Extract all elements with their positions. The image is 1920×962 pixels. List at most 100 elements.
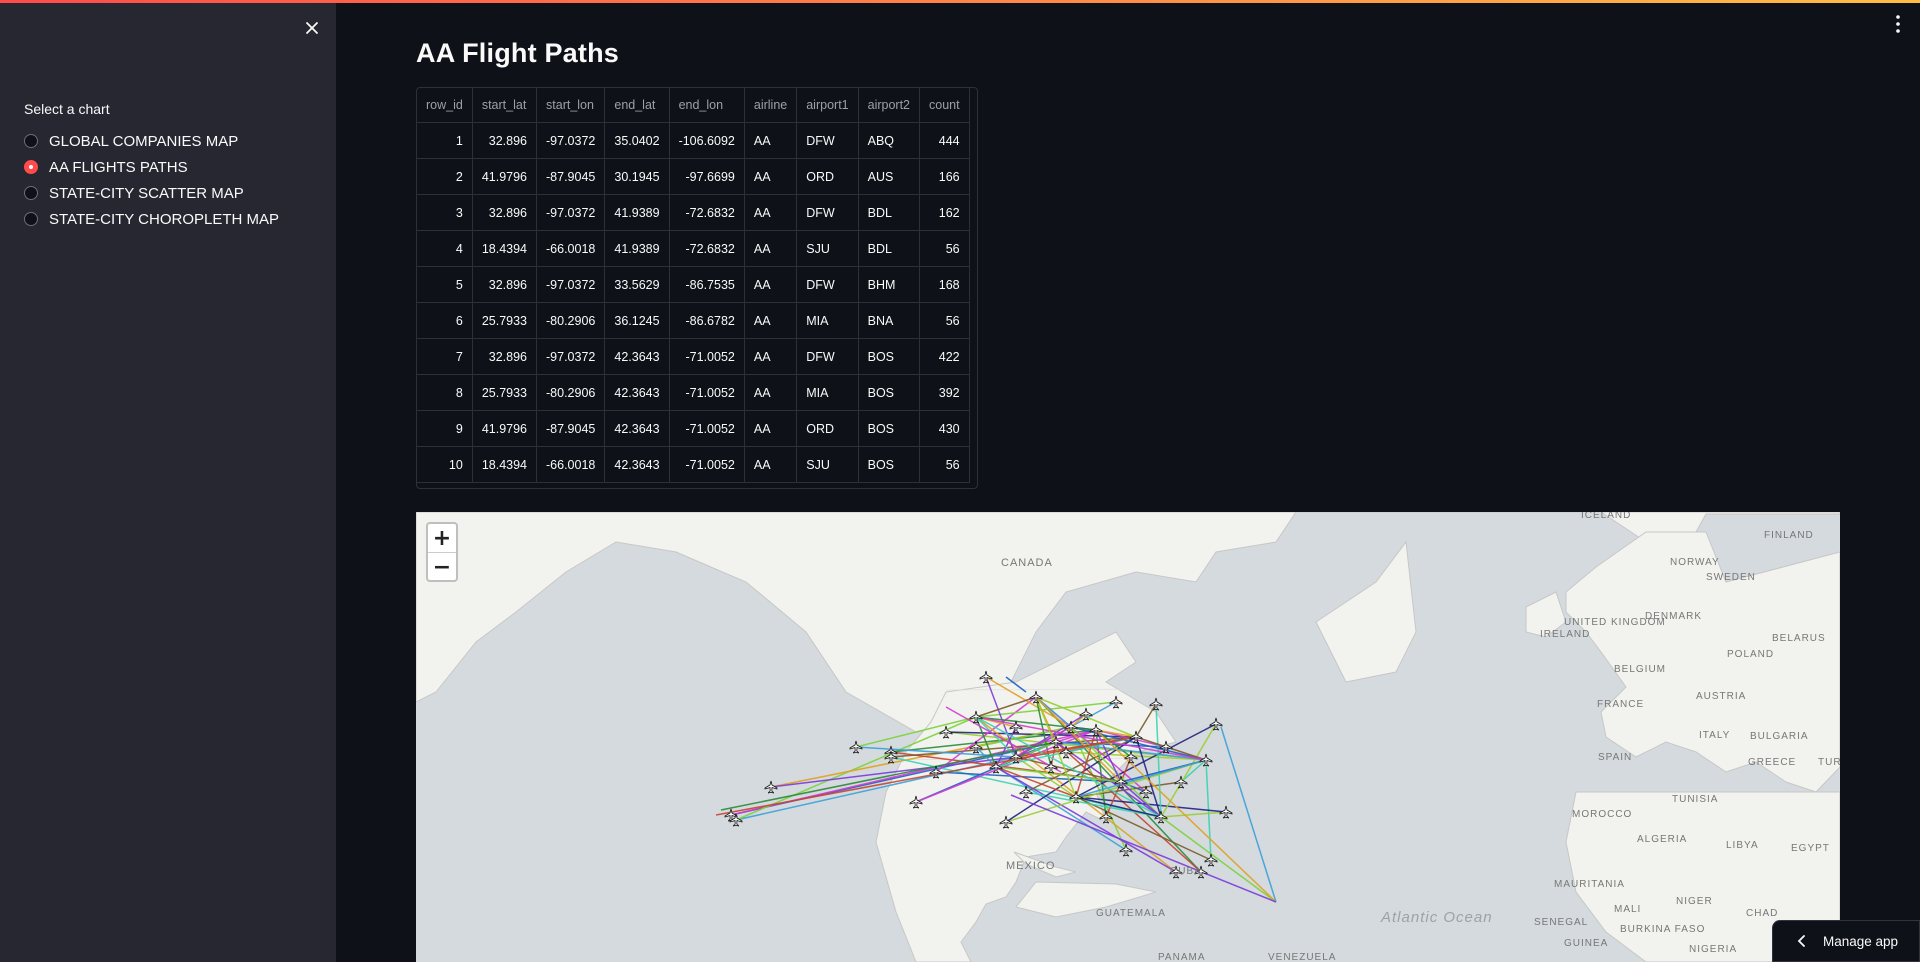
- data-table[interactable]: row_id start_lat start_lon end_lat end_l…: [416, 87, 978, 489]
- table-cell[interactable]: BOS: [858, 374, 921, 411]
- table-cell[interactable]: 32.896: [472, 122, 538, 159]
- table-cell[interactable]: 5: [417, 266, 473, 303]
- radio-global-companies-map[interactable]: GLOBAL COMPANIES MAP: [24, 128, 279, 154]
- table-cell[interactable]: AA: [744, 266, 798, 303]
- table-cell[interactable]: 9: [417, 410, 473, 447]
- table-cell[interactable]: -66.0018: [536, 446, 606, 483]
- map-canvas[interactable]: CANADA MEXICO CUBA GUATEMALA PANAMA VENE…: [416, 512, 1840, 962]
- table-cell[interactable]: -97.6699: [669, 158, 745, 195]
- table-cell[interactable]: BOS: [858, 410, 921, 447]
- table-cell[interactable]: -97.0372: [536, 338, 606, 375]
- table-cell[interactable]: BDL: [858, 194, 921, 231]
- table-cell[interactable]: BOS: [858, 446, 921, 483]
- table-row[interactable]: 1 32.896 -97.0372 35.0402 -106.6092 AA DFW ABQ 4…: [417, 122, 970, 159]
- table-cell[interactable]: 25.7933: [472, 374, 538, 411]
- radio-aa-flights-paths[interactable]: AA FLIGHTS PATHS: [24, 154, 279, 180]
- table-cell[interactable]: 1: [417, 122, 473, 159]
- table-cell[interactable]: 32.896: [472, 266, 538, 303]
- table-cell[interactable]: AA: [744, 410, 798, 447]
- table-row[interactable]: 2 41.9796 -87.9045 30.1945 -97.6699 AA ORD AUS 1…: [417, 158, 970, 195]
- table-cell[interactable]: AA: [744, 338, 798, 375]
- table-row[interactable]: 9 41.9796 -87.9045 42.3643 -71.0052 AA ORD BOS 4…: [417, 410, 970, 447]
- table-row[interactable]: 10 18.4394 -66.0018 42.3643 -71.0052 AA SJU BOS…: [417, 446, 970, 483]
- table-cell[interactable]: AA: [744, 158, 798, 195]
- table-row[interactable]: 7 32.896 -97.0372 42.3643 -71.0052 AA DFW BOS 42…: [417, 338, 970, 375]
- table-row[interactable]: 6 25.7933 -80.2906 36.1245 -86.6782 AA MIA BNA 5…: [417, 302, 970, 339]
- table-cell[interactable]: -106.6092: [669, 122, 745, 159]
- table-cell[interactable]: -72.6832: [669, 230, 745, 267]
- table-cell[interactable]: 41.9796: [472, 158, 538, 195]
- table-cell[interactable]: -87.9045: [536, 158, 606, 195]
- table-cell[interactable]: AA: [744, 230, 798, 267]
- airplane-icon[interactable]: [849, 740, 863, 754]
- zoom-in-button[interactable]: +: [428, 524, 456, 553]
- table-cell[interactable]: 41.9796: [472, 410, 538, 447]
- table-cell[interactable]: -71.0052: [669, 338, 745, 375]
- table-cell[interactable]: -97.0372: [536, 194, 606, 231]
- flight-paths-map[interactable]: CANADA MEXICO CUBA GUATEMALA PANAMA VENE…: [416, 512, 1840, 962]
- table-cell[interactable]: SJU: [796, 446, 859, 483]
- table-cell[interactable]: 8: [417, 374, 473, 411]
- column-header[interactable]: end_lat: [604, 88, 670, 123]
- table-cell[interactable]: 25.7933: [472, 302, 538, 339]
- table-cell[interactable]: DFW: [796, 338, 859, 375]
- table-cell[interactable]: MIA: [796, 302, 859, 339]
- table-cell[interactable]: 41.9389: [604, 194, 670, 231]
- airplane-icon[interactable]: [764, 780, 778, 794]
- table-cell[interactable]: MIA: [796, 374, 859, 411]
- table-cell[interactable]: BNA: [858, 302, 921, 339]
- airplane-icon[interactable]: [1149, 697, 1163, 711]
- table-cell[interactable]: DFW: [796, 194, 859, 231]
- table-cell[interactable]: 33.5629: [604, 266, 670, 303]
- radio-state-city-scatter-map[interactable]: STATE-CITY SCATTER MAP: [24, 180, 279, 206]
- table-cell[interactable]: 56: [919, 446, 970, 483]
- column-header[interactable]: airline: [744, 88, 798, 123]
- table-cell[interactable]: -87.9045: [536, 410, 606, 447]
- table-cell[interactable]: 7: [417, 338, 473, 375]
- table-cell[interactable]: -80.2906: [536, 374, 606, 411]
- column-header[interactable]: start_lat: [472, 88, 538, 123]
- table-cell[interactable]: ORD: [796, 158, 859, 195]
- table-cell[interactable]: BOS: [858, 338, 921, 375]
- table-cell[interactable]: 2: [417, 158, 473, 195]
- table-cell[interactable]: -86.6782: [669, 302, 745, 339]
- table-row[interactable]: 3 32.896 -97.0372 41.9389 -72.6832 AA DFW BDL 16…: [417, 194, 970, 231]
- table-cell[interactable]: AA: [744, 122, 798, 159]
- radio-state-city-choropleth-map[interactable]: STATE-CITY CHOROPLETH MAP: [24, 206, 279, 232]
- table-cell[interactable]: 30.1945: [604, 158, 670, 195]
- zoom-out-button[interactable]: −: [428, 553, 456, 581]
- close-sidebar-button[interactable]: [298, 14, 326, 42]
- column-header[interactable]: airport1: [796, 88, 859, 123]
- table-cell[interactable]: AA: [744, 194, 798, 231]
- table-cell[interactable]: 430: [919, 410, 970, 447]
- table-cell[interactable]: SJU: [796, 230, 859, 267]
- table-cell[interactable]: 36.1245: [604, 302, 670, 339]
- table-cell[interactable]: -66.0018: [536, 230, 606, 267]
- column-header[interactable]: row_id: [417, 88, 473, 123]
- table-row[interactable]: 5 32.896 -97.0372 33.5629 -86.7535 AA DFW BHM 16…: [417, 266, 970, 303]
- table-cell[interactable]: 3: [417, 194, 473, 231]
- column-header[interactable]: start_lon: [536, 88, 606, 123]
- table-cell[interactable]: ABQ: [858, 122, 921, 159]
- table-cell[interactable]: AA: [744, 374, 798, 411]
- table-cell[interactable]: 392: [919, 374, 970, 411]
- airplane-icon[interactable]: [1209, 717, 1223, 731]
- table-cell[interactable]: -97.0372: [536, 122, 606, 159]
- table-cell[interactable]: -80.2906: [536, 302, 606, 339]
- table-cell[interactable]: 444: [919, 122, 970, 159]
- main-menu-button[interactable]: [1888, 12, 1908, 36]
- column-header[interactable]: end_lon: [669, 88, 745, 123]
- column-header[interactable]: airport2: [858, 88, 921, 123]
- table-cell[interactable]: AUS: [858, 158, 921, 195]
- table-cell[interactable]: DFW: [796, 266, 859, 303]
- table-cell[interactable]: -71.0052: [669, 374, 745, 411]
- table-cell[interactable]: 168: [919, 266, 970, 303]
- table-cell[interactable]: 41.9389: [604, 230, 670, 267]
- table-cell[interactable]: -86.7535: [669, 266, 745, 303]
- table-cell[interactable]: 18.4394: [472, 230, 538, 267]
- table-row[interactable]: 4 18.4394 -66.0018 41.9389 -72.6832 AA SJU BDL 5…: [417, 230, 970, 267]
- table-cell[interactable]: 42.3643: [604, 338, 670, 375]
- table-cell[interactable]: 422: [919, 338, 970, 375]
- table-cell[interactable]: 42.3643: [604, 446, 670, 483]
- table-cell[interactable]: 162: [919, 194, 970, 231]
